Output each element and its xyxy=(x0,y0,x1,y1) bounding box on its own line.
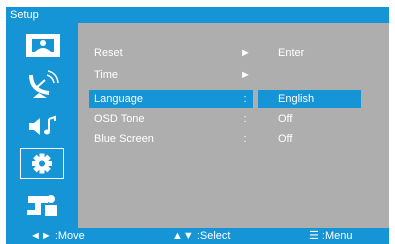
sidebar-item-sound[interactable] xyxy=(20,110,64,141)
menu-row-label: Blue Screen xyxy=(94,133,154,145)
hint-bar: ◄► :Move ▲▼ :Select ☰ :Menu xyxy=(6,228,389,244)
sidebar-item-picture[interactable] xyxy=(20,29,64,60)
menu-panel: Reset ► Enter Time ► Language : English … xyxy=(78,23,389,228)
menu-row-value[interactable]: Off xyxy=(278,130,292,148)
menu-row-blue-screen[interactable]: Blue Screen : Off xyxy=(78,130,389,148)
menu-row-time[interactable]: Time ► xyxy=(78,66,389,84)
menu-row-value: Enter xyxy=(278,47,305,59)
move-hint: ◄► :Move xyxy=(30,230,85,242)
sidebar xyxy=(6,23,78,228)
sidebar-item-lock[interactable] xyxy=(20,189,64,220)
menu-row-separator: : xyxy=(243,133,247,145)
page-title: Setup xyxy=(10,9,39,21)
title-bar: Setup xyxy=(6,7,389,23)
menu-row-label: Language xyxy=(94,93,143,105)
menu-row-reset[interactable]: Reset ► Enter xyxy=(78,44,389,62)
menu-row-label: Time xyxy=(94,69,119,81)
menu-row-separator: : xyxy=(243,93,247,105)
menu-row-label: Reset xyxy=(94,47,123,59)
submenu-arrow-icon: ► xyxy=(240,47,251,59)
menu-row-separator: : xyxy=(243,113,247,125)
gear-icon xyxy=(32,153,52,174)
select-hint: ▲▼ :Select xyxy=(172,230,231,242)
sound-icon xyxy=(29,115,56,135)
picture-icon xyxy=(26,34,60,57)
menu-row-label: OSD Tone xyxy=(94,113,145,125)
sidebar-item-channel[interactable] xyxy=(20,68,64,99)
osd-screen: Setup Reset ► Enter Time ► Language: En… xyxy=(0,0,395,244)
menu-row-value[interactable]: Off xyxy=(278,110,292,128)
menu-row-osd-tone[interactable]: OSD Tone : Off xyxy=(78,110,389,128)
submenu-arrow-icon: ► xyxy=(240,69,251,81)
menu-row-language[interactable]: Language : English xyxy=(78,90,389,108)
menu-hint: ☰ :Menu xyxy=(309,230,353,242)
sidebar-item-setup[interactable] xyxy=(20,148,64,179)
menu-row-value[interactable]: English xyxy=(278,90,314,108)
parental-lock-icon xyxy=(27,195,57,216)
satellite-dish-icon xyxy=(29,70,59,98)
